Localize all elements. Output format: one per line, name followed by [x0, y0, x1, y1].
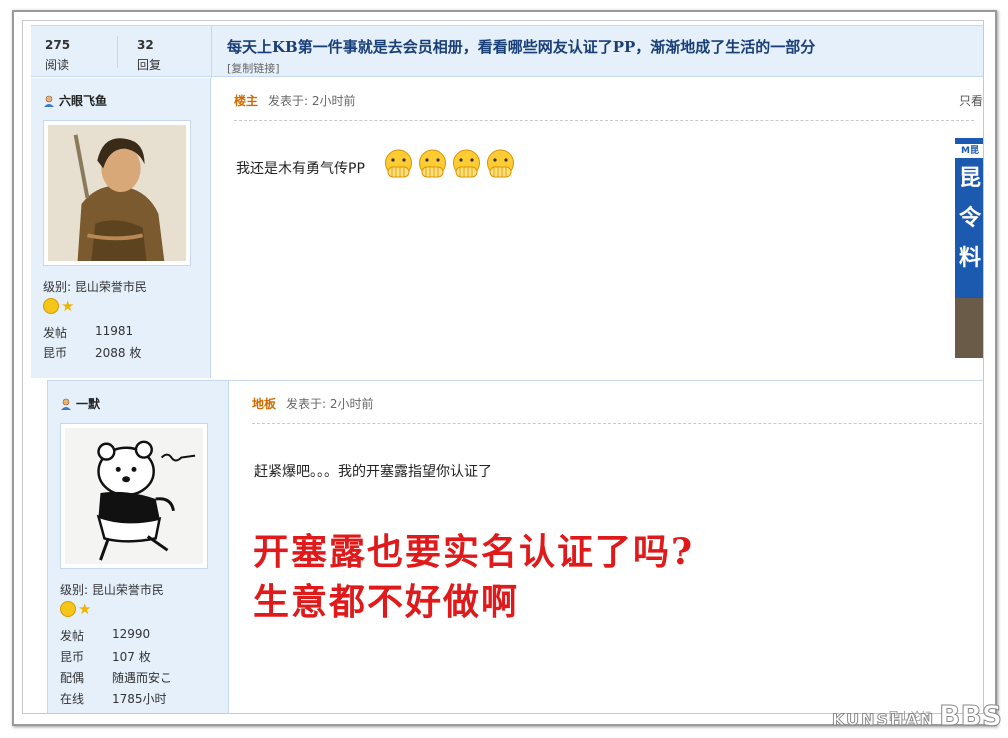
- author-row: 六眼飞鱼: [43, 92, 107, 109]
- stat-divider: [117, 36, 118, 68]
- meta-divider: [234, 120, 974, 121]
- post-floor-1: 六眼飞鱼 级别: 昆山荣誉市民 ★ 发帖 11981 昆币 2088 枚 楼主 …: [31, 78, 983, 378]
- post-body-text: 我还是木有勇气传PP: [236, 161, 365, 177]
- post-time: 发表于: 2小时前: [286, 397, 374, 411]
- star-badge-icon: ★: [61, 297, 75, 315]
- floor-label[interactable]: 楼主: [234, 92, 258, 109]
- replies-count: 32: [137, 38, 154, 52]
- smiley-badge-icon: [60, 601, 76, 617]
- thread-title: 每天上KB第一件事就是去会员相册，看看哪些网友认证了PP，渐渐地成了生活的一部分: [227, 38, 816, 56]
- shy-face-emoji-icon: [453, 149, 480, 178]
- stat-row-online: 在线 1785小时: [60, 692, 167, 706]
- meta-divider: [252, 423, 982, 424]
- stat-row-posts: 发帖 12990: [60, 627, 151, 643]
- shy-face-emoji-icon: [385, 149, 412, 178]
- author-sidebar: 一默 级别: 昆山荣誉市民 ★ 发帖 12990 昆币 107 枚 配偶 随遇而…: [48, 381, 229, 713]
- bear-sketch-avatar-icon: [65, 428, 203, 564]
- user-icon: [61, 398, 71, 410]
- watermark: KUNSHAN BBS: [831, 699, 1003, 733]
- floor-label[interactable]: 地板: [252, 395, 276, 412]
- ad-char: 昆: [959, 166, 982, 191]
- rank-badges: ★: [60, 601, 91, 617]
- side-advertisement[interactable]: M昆 昆 令 料: [955, 138, 983, 358]
- post-time: 发表于: 2小时前: [268, 94, 356, 108]
- copy-link-button[interactable]: [复制链接]: [227, 60, 280, 76]
- rank-badges: ★: [43, 298, 74, 314]
- header-divider: [211, 26, 212, 78]
- annotation-line-1: 开塞露也要实名认证了吗?: [253, 531, 695, 573]
- shy-face-emoji-icon: [487, 149, 514, 178]
- ad-char: 令: [959, 206, 982, 231]
- avatar[interactable]: [43, 120, 191, 266]
- ad-tag: M昆: [955, 144, 983, 158]
- star-badge-icon: ★: [78, 600, 92, 618]
- author-name[interactable]: 一默: [76, 395, 100, 412]
- ad-image: [955, 298, 983, 358]
- stat-row-coins: 昆币 107 枚: [60, 650, 151, 664]
- forum-thread-view: 275 阅读 32 回复 每天上KB第一件事就是去会员相册，看看哪些网友认证了P…: [22, 20, 984, 714]
- post-content: 楼主 发表于: 2小时前 只看 我还是木有勇气传PP M昆 昆 令 料: [212, 78, 983, 378]
- member-level: 级别: 昆山荣誉市民: [60, 583, 164, 597]
- replies-stat: 32 回复: [137, 38, 161, 73]
- shy-face-emoji-icon: [419, 149, 446, 178]
- post-meta: 楼主 发表于: 2小时前: [234, 92, 356, 109]
- watermark-kunshan: KUNSHAN: [831, 710, 936, 730]
- views-count: 275: [45, 38, 71, 52]
- stat-row-spouse: 配偶 随遇而安こ: [60, 671, 173, 685]
- post-body-text: 赶紧爆吧。。。我的开塞露指望你认证了: [254, 464, 492, 480]
- only-view-author-link[interactable]: 只看: [959, 92, 983, 109]
- avatar[interactable]: [60, 423, 208, 569]
- watermark-bbs: BBS: [939, 699, 1003, 733]
- post-meta: 地板 发表于: 2小时前: [252, 395, 374, 412]
- views-stat: 275 阅读: [45, 38, 70, 73]
- stat-row-posts: 发帖 11981: [43, 324, 134, 340]
- smiley-badge-icon: [43, 298, 59, 314]
- author-name[interactable]: 六眼飞鱼: [59, 92, 107, 109]
- author-row: 一默: [60, 395, 100, 412]
- author-sidebar: 六眼飞鱼 级别: 昆山荣誉市民 ★ 发帖 11981 昆币 2088 枚: [31, 78, 211, 378]
- thread-header: 275 阅读 32 回复 每天上KB第一件事就是去会员相册，看看哪些网友认证了P…: [31, 25, 983, 78]
- emoji-row: [382, 148, 517, 181]
- avatar-photo-icon: [48, 125, 186, 261]
- replies-label: 回复: [137, 58, 162, 72]
- user-icon: [44, 95, 54, 107]
- stat-row-coins: 昆币 2088 枚: [43, 346, 142, 360]
- member-level: 级别: 昆山荣誉市民: [43, 280, 147, 294]
- annotation-line-2: 生意都不好做啊: [253, 581, 520, 623]
- ad-char: 料: [959, 246, 982, 271]
- views-label: 阅读: [45, 58, 70, 72]
